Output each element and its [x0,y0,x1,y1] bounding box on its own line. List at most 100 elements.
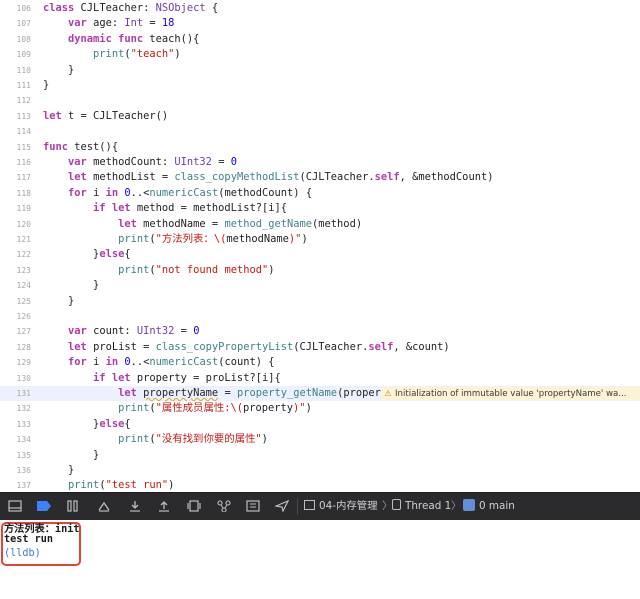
memory-graph-icon[interactable] [216,498,232,514]
code-token: ) [301,233,308,245]
code-text: dynamic func teach(){ [43,32,199,47]
code-token: print [93,48,125,61]
code-line[interactable]: 129 for i in 0..<numericCast(count) { [0,355,640,370]
code-line[interactable]: 108 dynamic func teach(){ [0,32,640,47]
code-line[interactable]: 132 print("属性成员属性:\(property)") [0,401,640,416]
code-token: (CJLTeacher. [293,340,369,353]
code-token: "属性成员属性:\( [155,402,243,415]
line-number: 129 [16,358,31,368]
code-line[interactable]: 128 let proList = class_copyPropertyList… [0,340,640,355]
line-number: 115 [16,142,31,152]
code-line[interactable]: 125 } [0,294,640,309]
code-line[interactable]: 112 [0,93,640,108]
code-line[interactable]: 118 for i in 0..<numericCast(methodCount… [0,186,640,201]
console-output[interactable]: 方法列表：init test run (lldb) [0,520,640,599]
code-line[interactable]: 114 [0,124,640,139]
code-line[interactable]: 107 var age: Int = 18 [0,16,640,31]
line-number: 116 [16,158,31,167]
code-token: print [118,233,150,245]
code-line[interactable]: 119 if let method = methodList?[i]{ [0,201,640,216]
line-number: 130 [16,373,31,383]
code-token: print [118,402,150,415]
code-line[interactable]: 137 print("test run") [0,478,640,492]
code-token: (CJLTeacher. [299,171,375,184]
code-token: teach(){ [149,32,200,45]
breadcrumb-thread[interactable]: Thread 1 [392,493,451,520]
code-line[interactable]: 127 var count: UInt32 = 0 [0,324,640,339]
code-line[interactable]: 131 let propertyName = property_getName(… [0,386,640,402]
code-line[interactable]: 124 } [0,278,640,293]
code-token: self [368,340,394,353]
breadcrumb-target[interactable]: 04-内存管理 [304,493,378,520]
code-line[interactable]: 136 } [0,463,640,478]
code-token: } [43,464,75,476]
code-token: } [43,63,75,76]
code-line[interactable]: 135 } [0,448,640,463]
code-text: if let property = proList?[i]{ [43,371,281,386]
environment-overrides-icon[interactable] [245,498,261,514]
code-line[interactable]: 133 }else{ [0,417,640,432]
code-line[interactable]: 110 } [0,63,640,78]
code-token: print [68,479,100,492]
pause-icon[interactable] [65,498,81,514]
step-out-icon[interactable] [156,498,172,514]
code-token: , &methodCount) [399,171,494,184]
target-icon [304,500,315,510]
code-token: property = proList?[i]{ [136,371,281,384]
code-token: } [43,79,50,91]
code-text: } [43,63,74,78]
step-into-icon[interactable] [127,498,143,514]
code-line[interactable]: 126 [0,309,640,324]
chevron-right-icon: 〉 [451,500,462,512]
code-line[interactable]: 123 print("not found method") [0,263,640,278]
code-token: "没有找到你要的属性" [155,433,262,446]
code-token: { [205,2,219,14]
code-line[interactable]: 115 func test(){ [0,140,640,155]
code-text: let proList = class_copyPropertyList(CJL… [43,340,450,355]
debug-bar: 04-内存管理 〉 Thread 1 〉 0 main [0,492,640,521]
code-line[interactable]: 134 print("没有找到你要的属性") [0,432,640,447]
breadcrumb-frame[interactable]: 0 main [463,493,515,520]
line-number: 110 [16,65,31,75]
code-token: print [118,263,150,276]
code-token: } [43,417,100,430]
code-token: methodCount: [93,156,175,168]
code-line[interactable]: 106 class CJLTeacher: NSObject { [0,1,640,16]
code-text: var methodCount: UInt32 = 0 [43,155,237,170]
breadcrumb-target-label: 04-内存管理 [319,500,378,512]
step-over-icon[interactable] [96,498,112,514]
code-token: NSObject [155,2,206,14]
location-icon[interactable] [274,498,290,514]
code-line[interactable]: 109 print("teach") [0,47,640,62]
code-token: ..< [130,356,150,369]
hide-console-icon[interactable] [7,498,23,514]
code-line[interactable]: 113 let t = CJLTeacher() [0,109,640,124]
warning-annotation[interactable]: ⚠ Initialization of immutable value 'prop… [381,387,640,400]
line-number: 133 [16,419,31,429]
line-number: 128 [16,342,31,352]
line-number: 122 [16,250,31,260]
code-text: func test(){ [43,140,118,155]
code-line[interactable]: 111} [0,78,640,93]
line-number: 131 [16,389,31,398]
code-line[interactable]: 130 if let property = proList?[i]{ [0,371,640,386]
line-number: 119 [16,204,31,214]
code-line[interactable]: 122 }else{ [0,247,640,262]
breakpoints-toggle-icon[interactable] [36,498,52,514]
code-token: UInt32 [174,156,212,168]
code-token: let [68,340,94,353]
code-token: = [143,17,162,30]
code-line[interactable]: 120 let methodName = method_getName(meth… [0,217,640,232]
code-line[interactable]: 117 let methodList = class_copyMethodLis… [0,170,640,185]
line-number: 114 [16,127,31,137]
code-line[interactable]: 121 print("方法列表：\(methodName)") [0,232,640,247]
code-token: (methodCount) { [218,186,313,199]
code-token: i [93,356,106,369]
code-token: } [43,294,75,307]
view-hierarchy-icon[interactable] [186,498,202,514]
code-editor[interactable]: 106 class CJLTeacher: NSObject {107 var a… [0,0,640,492]
code-line[interactable]: 116 var methodCount: UInt32 = 0 [0,155,640,170]
